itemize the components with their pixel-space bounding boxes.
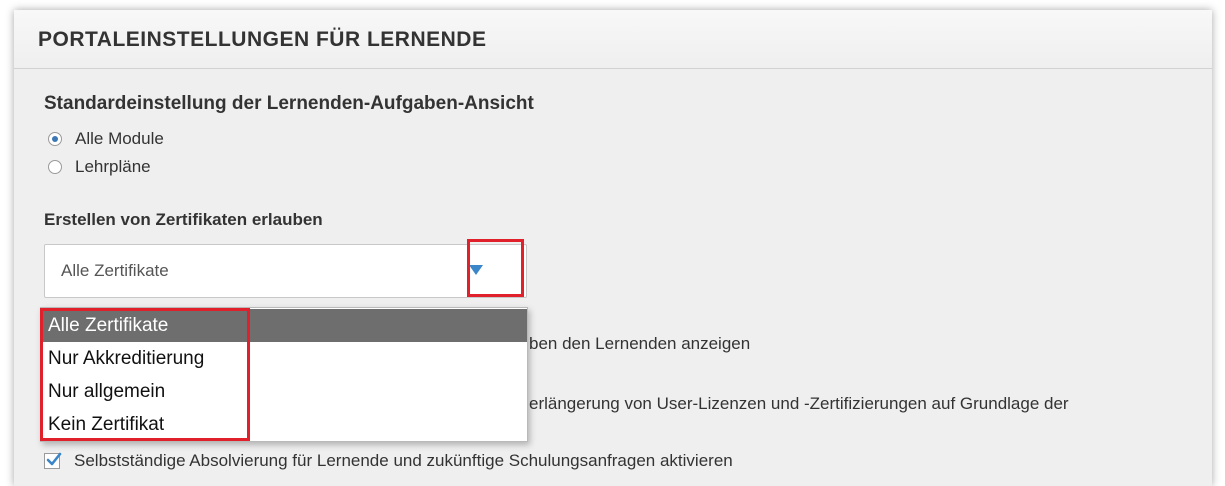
radio-curricula[interactable]: Lehrpläne — [48, 156, 151, 178]
radio-label: Alle Module — [75, 129, 164, 148]
panel-header: PORTALEINSTELLUNGEN FÜR LERNENDE — [14, 10, 1212, 69]
radio-button-checked[interactable] — [48, 132, 62, 146]
radio-all-modules[interactable]: Alle Module — [48, 128, 164, 150]
partial-setting-text-2: erlängerung von User-Lizenzen und -Zerti… — [529, 394, 1069, 413]
radio-label: Lehrpläne — [75, 157, 151, 176]
highlight-box-options — [40, 308, 250, 441]
certificate-select[interactable]: Alle Zertifikate — [44, 244, 527, 298]
highlight-box-arrow — [467, 239, 524, 297]
panel-title: PORTALEINSTELLUNGEN FÜR LERNENDE — [38, 28, 487, 51]
certificates-heading: Erstellen von Zertifikaten erlauben — [44, 210, 323, 229]
radio-button-unchecked[interactable] — [48, 160, 62, 174]
self-completion-label: Selbstständige Absolvierung für Lernende… — [74, 451, 733, 470]
task-view-heading: Standardeinstellung der Lernenden-Aufgab… — [44, 93, 534, 114]
settings-panel: PORTALEINSTELLUNGEN FÜR LERNENDE Standar… — [14, 10, 1212, 486]
select-current-value: Alle Zertifikate — [61, 261, 169, 280]
checkmark-icon — [46, 452, 62, 466]
self-completion-checkbox[interactable] — [44, 452, 62, 469]
partial-setting-text-1: ben den Lernenden anzeigen — [529, 334, 751, 353]
